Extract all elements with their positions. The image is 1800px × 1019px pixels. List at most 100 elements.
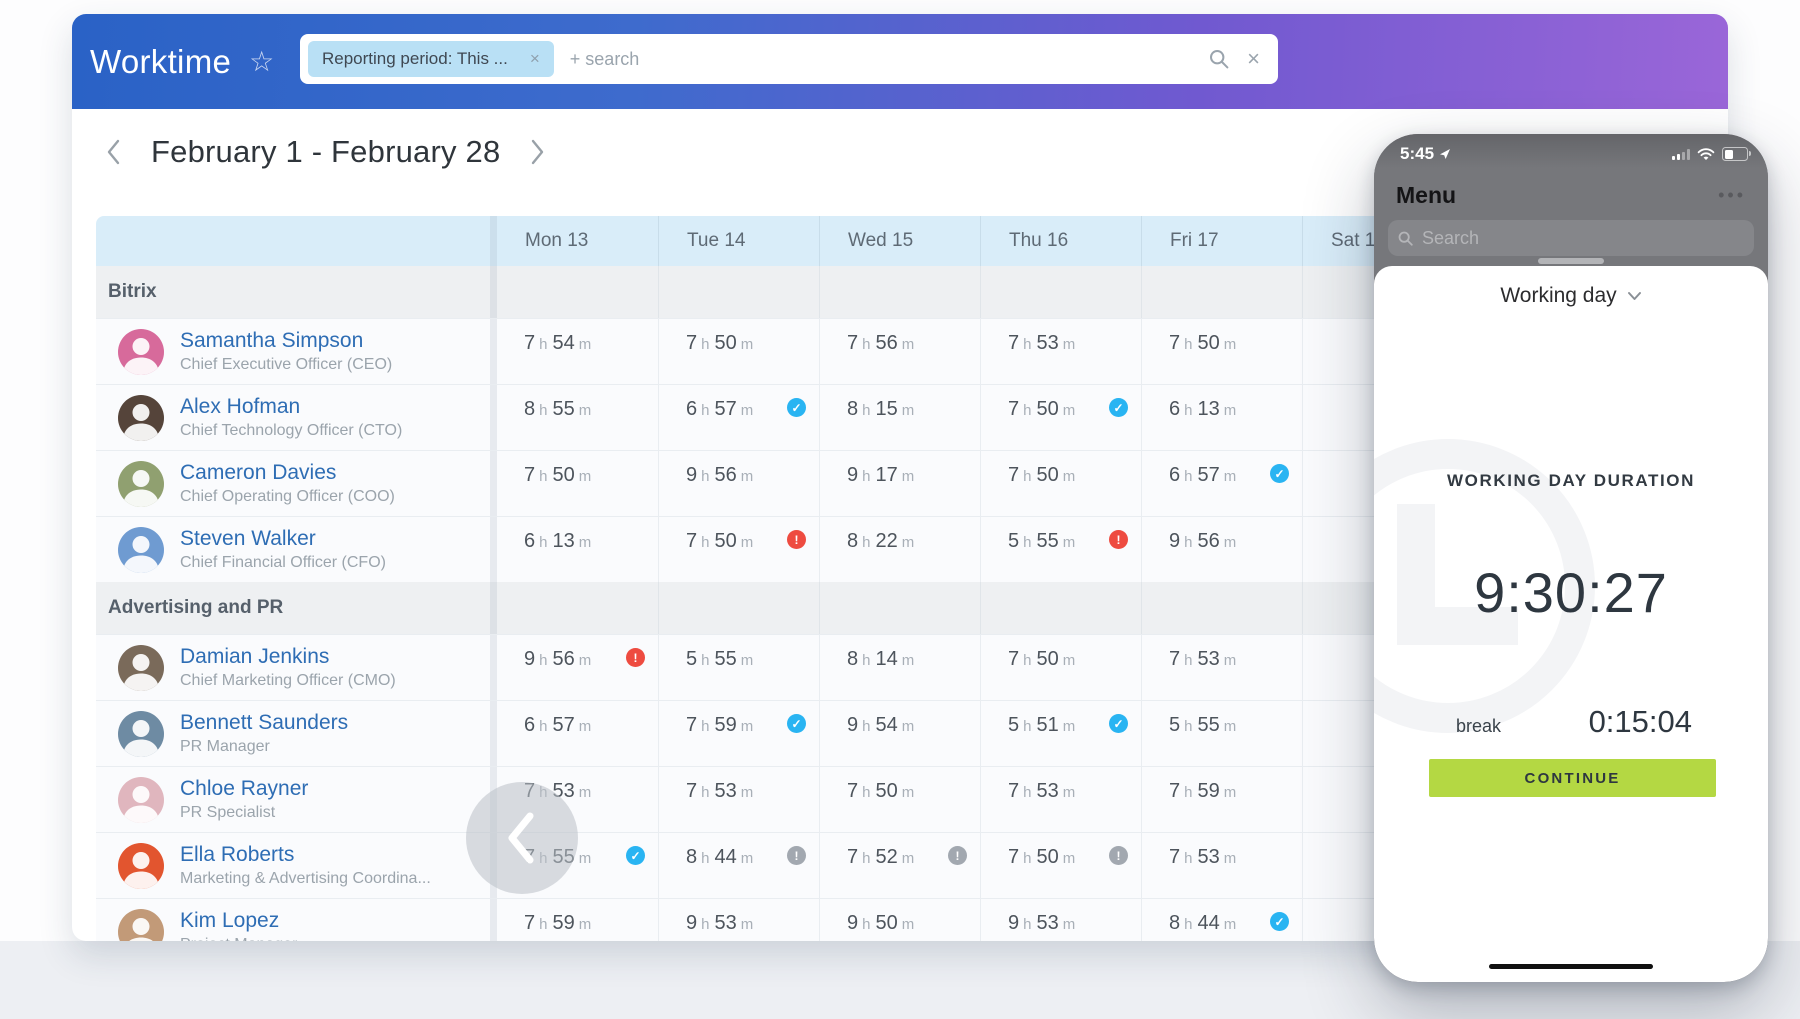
note-info-icon: ! bbox=[948, 846, 967, 865]
employee-role: Project Manager bbox=[180, 936, 297, 941]
search-input[interactable] bbox=[568, 48, 1209, 71]
approved-check-icon: ✓ bbox=[1270, 912, 1289, 931]
employee-name-link[interactable]: Samantha Simpson bbox=[180, 329, 392, 353]
time-cell[interactable]: 7h50m bbox=[980, 451, 1141, 516]
time-cell[interactable]: 9h50m bbox=[819, 899, 980, 941]
filter-chip-label: Reporting period: This ... bbox=[322, 49, 508, 69]
time-cell[interactable]: 8h15m bbox=[819, 385, 980, 450]
avatar[interactable] bbox=[118, 461, 164, 507]
day-column-header: Thu 16 bbox=[980, 216, 1141, 266]
employee-identity: Samantha SimpsonChief Executive Officer … bbox=[180, 329, 392, 374]
time-cell[interactable]: 6h13m bbox=[497, 517, 658, 582]
time-cell[interactable]: 9h54m bbox=[819, 701, 980, 766]
time-cell[interactable]: 7h50m✓ bbox=[980, 385, 1141, 450]
time-cell[interactable]: 9h53m bbox=[980, 899, 1141, 941]
note-info-icon: ! bbox=[1109, 846, 1128, 865]
employee-name-link[interactable]: Kim Lopez bbox=[180, 909, 297, 933]
next-period-button[interactable] bbox=[526, 135, 549, 169]
avatar[interactable] bbox=[118, 909, 164, 942]
employee-name-link[interactable]: Bennett Saunders bbox=[180, 711, 348, 735]
day-column-header: Mon 13 bbox=[497, 216, 658, 266]
day-column-header: Fri 17 bbox=[1141, 216, 1302, 266]
location-arrow-icon bbox=[1439, 148, 1451, 160]
more-options-icon[interactable]: ••• bbox=[1718, 185, 1746, 206]
time-cell[interactable]: 7h59m✓ bbox=[658, 701, 819, 766]
clear-search-icon[interactable]: × bbox=[1247, 48, 1260, 70]
cellular-signal-icon bbox=[1672, 149, 1690, 160]
time-cell[interactable]: 8h55m bbox=[497, 385, 658, 450]
working-day-dropdown[interactable]: Working day bbox=[1374, 284, 1768, 308]
employee-cell: Kim Lopez Project Manager bbox=[96, 899, 497, 941]
time-cell[interactable]: 7h53m bbox=[1141, 833, 1302, 898]
break-label: break bbox=[1456, 716, 1501, 737]
time-cell[interactable]: 7h53m bbox=[980, 319, 1141, 384]
time-cell[interactable]: 6h57m✓ bbox=[658, 385, 819, 450]
time-cell[interactable]: 9h56m! bbox=[497, 635, 658, 700]
time-cell[interactable]: 8h44m✓ bbox=[1141, 899, 1302, 941]
employee-identity: Cameron DaviesChief Operating Officer (C… bbox=[180, 461, 395, 506]
continue-button[interactable]: CONTINUE bbox=[1429, 759, 1716, 797]
time-cell[interactable]: 9h53m bbox=[658, 899, 819, 941]
home-indicator[interactable] bbox=[1489, 964, 1653, 969]
phone-search-input[interactable] bbox=[1420, 227, 1754, 250]
phone-status-bar: 5:45 bbox=[1400, 144, 1748, 164]
time-cell[interactable]: 6h57m bbox=[497, 701, 658, 766]
employee-name-link[interactable]: Chloe Rayner bbox=[180, 777, 308, 801]
avatar[interactable] bbox=[118, 527, 164, 573]
time-cell[interactable]: 5h55m! bbox=[980, 517, 1141, 582]
avatar[interactable] bbox=[118, 329, 164, 375]
employee-name-link[interactable]: Damian Jenkins bbox=[180, 645, 396, 669]
chevron-left-icon bbox=[505, 810, 535, 866]
employee-cell: Alex HofmanChief Technology Officer (CTO… bbox=[96, 385, 497, 450]
time-cell[interactable]: 6h57m✓ bbox=[1141, 451, 1302, 516]
time-cell[interactable]: 8h44m! bbox=[658, 833, 819, 898]
time-cell[interactable]: 9h56m bbox=[1141, 517, 1302, 582]
search-icon[interactable] bbox=[1209, 49, 1229, 69]
previous-period-button[interactable] bbox=[102, 135, 125, 169]
group-day-cell bbox=[980, 582, 1141, 634]
filter-chip-close-icon[interactable]: × bbox=[530, 49, 540, 69]
sheet-drag-handle[interactable] bbox=[1538, 258, 1604, 264]
time-cell[interactable]: 7h52m! bbox=[819, 833, 980, 898]
time-cell[interactable]: 7h50m bbox=[1141, 319, 1302, 384]
time-cell[interactable]: 8h14m bbox=[819, 635, 980, 700]
time-cell[interactable]: 7h59m bbox=[497, 899, 658, 941]
time-cell[interactable]: 7h50m bbox=[819, 767, 980, 832]
time-cell[interactable]: 7h54m bbox=[497, 319, 658, 384]
avatar[interactable] bbox=[118, 777, 164, 823]
favorite-star-icon[interactable]: ☆ bbox=[249, 48, 274, 76]
time-cell[interactable]: 8h22m bbox=[819, 517, 980, 582]
time-cell[interactable]: 7h53m bbox=[980, 767, 1141, 832]
avatar[interactable] bbox=[118, 843, 164, 889]
wifi-icon bbox=[1697, 148, 1715, 161]
time-cell[interactable]: 7h59m bbox=[1141, 767, 1302, 832]
filter-chip[interactable]: Reporting period: This ... × bbox=[308, 41, 554, 77]
avatar[interactable] bbox=[118, 645, 164, 691]
employee-name-link[interactable]: Alex Hofman bbox=[180, 395, 402, 419]
avatar[interactable] bbox=[118, 395, 164, 441]
avatar[interactable] bbox=[118, 711, 164, 757]
time-cell[interactable]: 5h55m bbox=[658, 635, 819, 700]
phone-search-field[interactable] bbox=[1388, 220, 1754, 256]
time-cell[interactable]: 7h56m bbox=[819, 319, 980, 384]
employee-name-link[interactable]: Ella Roberts bbox=[180, 843, 431, 867]
time-cell[interactable]: 6h13m bbox=[1141, 385, 1302, 450]
time-cell[interactable]: 7h50m! bbox=[980, 833, 1141, 898]
employee-name-link[interactable]: Cameron Davies bbox=[180, 461, 395, 485]
time-cell[interactable]: 7h50m bbox=[658, 319, 819, 384]
time-cell[interactable]: 7h53m bbox=[1141, 635, 1302, 700]
time-cell[interactable]: 7h53m bbox=[658, 767, 819, 832]
group-day-cell bbox=[658, 582, 819, 634]
scroll-left-button[interactable] bbox=[466, 782, 578, 894]
employee-name-link[interactable]: Steven Walker bbox=[180, 527, 386, 551]
time-cell[interactable]: 5h51m✓ bbox=[980, 701, 1141, 766]
search-bar[interactable]: Reporting period: This ... × × bbox=[300, 34, 1278, 84]
screenshot-canvas: Worktime ☆ Reporting period: This ... × … bbox=[0, 0, 1800, 1019]
time-cell[interactable]: 9h56m bbox=[658, 451, 819, 516]
time-cell[interactable]: 5h55m bbox=[1141, 701, 1302, 766]
time-cell[interactable]: 7h50m bbox=[497, 451, 658, 516]
time-cell[interactable]: 9h17m bbox=[819, 451, 980, 516]
time-cell[interactable]: 7h50m! bbox=[658, 517, 819, 582]
time-cell[interactable]: 7h50m bbox=[980, 635, 1141, 700]
group-day-cell bbox=[980, 266, 1141, 318]
